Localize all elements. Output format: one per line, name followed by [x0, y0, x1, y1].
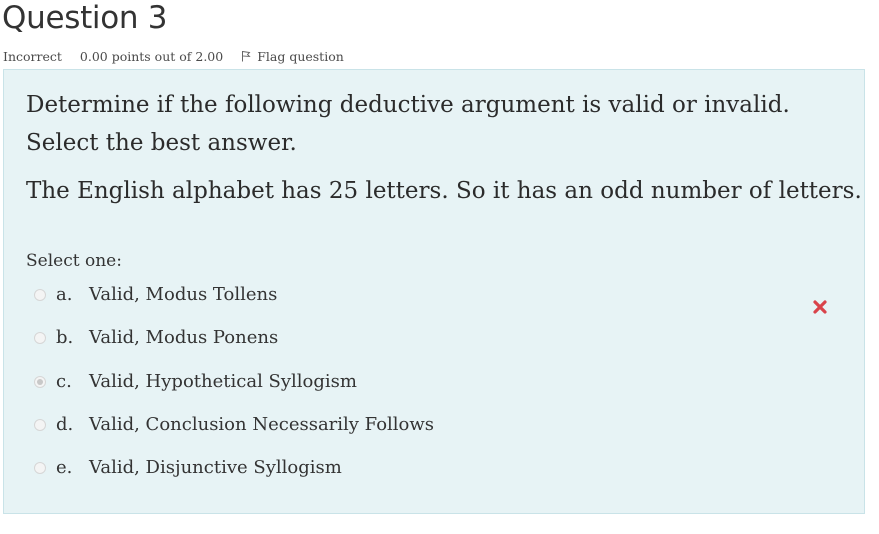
- question-text: Determine if the following deductive arg…: [26, 86, 862, 210]
- select-one-prompt: Select one:: [26, 251, 122, 271]
- option-text: Valid, Disjunctive Syllogism: [89, 457, 342, 479]
- answer-option-b[interactable]: b. Valid, Modus Ponens: [34, 327, 434, 370]
- incorrect-icon: [813, 300, 827, 314]
- option-letter: e.: [56, 457, 73, 479]
- flag-question-link[interactable]: Flag question: [241, 49, 344, 64]
- answer-option-e[interactable]: e. Valid, Disjunctive Syllogism: [34, 457, 434, 500]
- radio-button-selected[interactable]: [34, 375, 46, 388]
- option-letter: c.: [56, 370, 72, 392]
- question-heading: Question 3: [2, 0, 168, 36]
- radio-button[interactable]: [34, 418, 46, 431]
- option-text: Valid, Modus Tollens: [89, 284, 278, 305]
- radio-button[interactable]: [34, 289, 46, 301]
- question-instruction-2: Select the best answer.: [26, 130, 297, 156]
- radio-button[interactable]: [34, 462, 46, 475]
- answer-list: a. Valid, Modus Tollens b. Valid, Modus …: [34, 284, 434, 500]
- question-box: Determine if the following deductive arg…: [3, 69, 865, 514]
- question-instruction: Determine if the following deductive arg…: [26, 92, 790, 118]
- argument-text: The English alphabet has 25 letters. So …: [26, 178, 862, 204]
- flag-question-label: Flag question: [257, 48, 344, 64]
- option-letter: a.: [56, 284, 73, 305]
- question-info: Incorrect 0.00 points out of 2.00 Flag q…: [3, 47, 344, 65]
- answer-option-a[interactable]: a. Valid, Modus Tollens: [34, 284, 434, 327]
- option-letter: b.: [56, 327, 74, 349]
- option-text: Valid, Modus Ponens: [89, 327, 279, 349]
- answer-option-d[interactable]: d. Valid, Conclusion Necessarily Follows: [34, 414, 434, 457]
- option-letter: d.: [56, 413, 74, 435]
- radio-button[interactable]: [34, 332, 46, 345]
- option-text: Valid, Conclusion Necessarily Follows: [89, 413, 435, 435]
- question-state: Incorrect: [3, 48, 62, 64]
- flag-icon: [242, 50, 251, 62]
- question-grade: 0.00 points out of 2.00: [79, 48, 224, 64]
- option-text: Valid, Hypothetical Syllogism: [89, 370, 357, 392]
- answer-option-c[interactable]: c. Valid, Hypothetical Syllogism: [34, 371, 434, 414]
